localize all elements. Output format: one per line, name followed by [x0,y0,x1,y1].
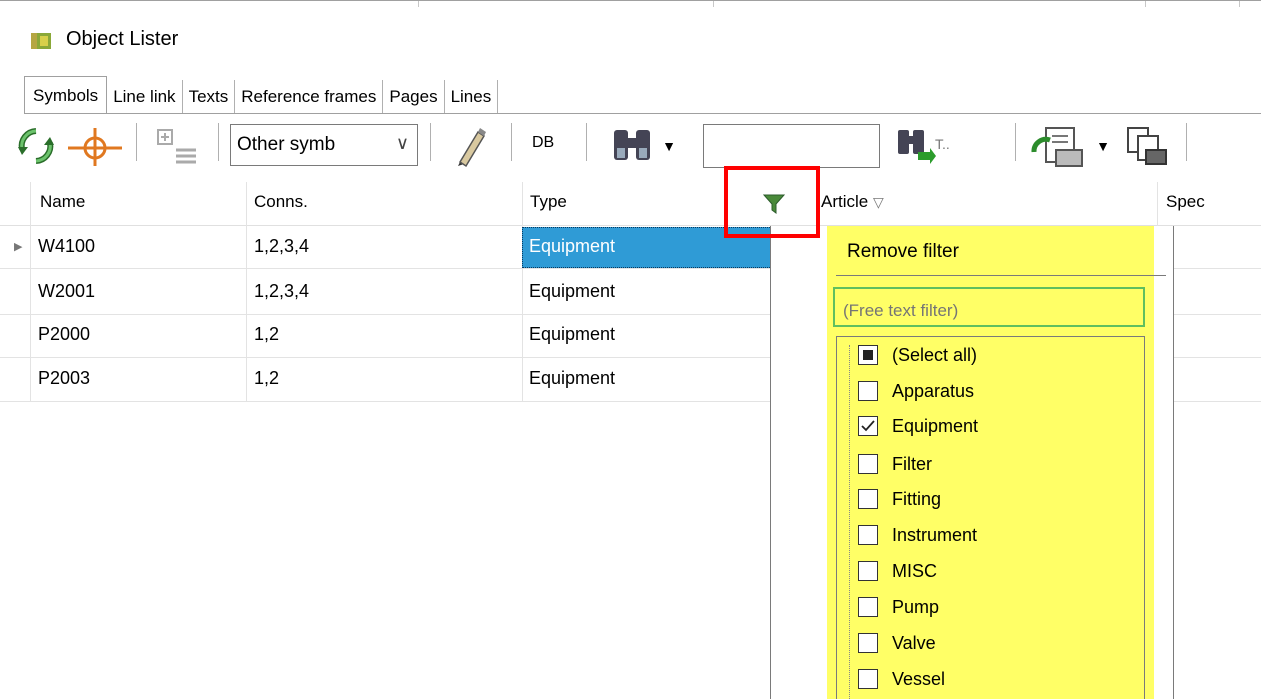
column-header-spec[interactable]: Spec [1166,192,1205,212]
tab-reference-frames[interactable]: Reference frames [235,80,384,114]
checkbox-partial[interactable] [858,345,878,365]
option-label: (Select all) [892,344,978,365]
tab-lines[interactable]: Lines [445,80,499,114]
article-label: Article [821,192,869,211]
checkbox[interactable] [858,381,878,401]
text-search-button[interactable]: T.. [935,136,950,152]
tab-strip: Symbols Line link Texts Reference frames… [24,76,499,114]
find-next-icon[interactable] [896,124,936,168]
dropdown-separator [836,275,1166,276]
free-text-filter-input[interactable] [833,287,1145,327]
option-label: Filter [892,453,932,474]
crosshair-icon[interactable] [64,126,126,168]
checkbox[interactable] [858,669,878,689]
option-label: Fitting [892,488,942,509]
window-top-border [0,0,1261,8]
column-header-type[interactable]: Type [530,192,567,212]
filter-option[interactable]: Apparatus [858,376,974,406]
option-label: Instrument [892,524,978,545]
export-icon[interactable] [1030,124,1088,170]
cell-name[interactable]: W4100 [38,236,95,257]
cell-name[interactable]: W2001 [38,281,95,302]
db-button[interactable]: DB [532,134,554,152]
cell-conns[interactable]: 1,2,3,4 [254,236,309,257]
checkbox[interactable] [858,525,878,545]
export-dropdown-arrow-icon[interactable]: ▼ [1094,136,1112,156]
filter-option[interactable]: Valve [858,628,936,658]
cell-conns[interactable]: 1,2 [254,368,279,389]
option-label: Apparatus [892,380,975,401]
remove-filter-item[interactable]: Remove filter [847,241,959,263]
checkmark-icon [861,420,875,432]
column-header-name[interactable]: Name [40,192,85,212]
cell-type[interactable]: Equipment [529,281,615,302]
object-lister-icon [30,31,52,51]
checkbox-checked[interactable] [858,416,878,436]
option-label: Vessel [892,668,946,689]
option-label: Valve [892,632,936,653]
current-row-indicator-icon: ▶ [14,241,23,253]
binoculars-icon[interactable] [610,124,656,168]
search-input[interactable] [703,124,880,168]
symbol-type-combo[interactable]: Other symb ∨ [230,124,418,166]
checkbox[interactable] [858,597,878,617]
option-label: MISC [892,560,937,581]
tab-pages[interactable]: Pages [383,80,445,114]
insert-row-icon[interactable] [150,126,202,166]
panel-title: Object Lister [66,28,179,50]
filter-hint-icon: ▽ [872,194,884,210]
cell-name[interactable]: P2003 [38,368,90,389]
filter-option[interactable]: Fitting [858,484,941,514]
checkbox[interactable] [858,633,878,653]
column-header-conns[interactable]: Conns. [254,192,308,212]
combo-value: Other symb [237,134,336,155]
cell-type[interactable]: Equipment [529,368,615,389]
cell-conns[interactable]: 1,2,3,4 [254,281,309,302]
find-dropdown-arrow-icon[interactable]: ▼ [660,136,678,156]
filter-option[interactable]: Filter [858,449,932,479]
print-icon[interactable] [1116,124,1170,170]
filter-option-select-all[interactable]: (Select all) [858,340,977,370]
pencil-icon[interactable] [452,124,488,168]
filter-option[interactable]: Pump [858,592,939,622]
tab-symbols[interactable]: Symbols [24,76,108,114]
cell-name[interactable]: P2000 [38,324,90,345]
annotation-highlight-box [724,166,820,238]
column-header-article[interactable]: Article ▽ [821,192,884,212]
chevron-down-icon: ∨ [395,133,409,153]
checkbox[interactable] [858,489,878,509]
filter-option[interactable]: Equipment [858,411,978,441]
tab-line-link[interactable]: Line link [107,80,183,114]
tree-guide-line [849,345,850,699]
checkbox[interactable] [858,561,878,581]
checkbox[interactable] [858,454,878,474]
cell-conns[interactable]: 1,2 [254,324,279,345]
tab-texts[interactable]: Texts [183,80,236,114]
filter-option[interactable]: Vessel [858,664,945,694]
filter-option[interactable]: MISC [858,556,937,586]
filter-option[interactable]: Instrument [858,520,977,550]
option-label: Pump [892,596,940,617]
cell-type[interactable]: Equipment [529,324,615,345]
refresh-icon[interactable] [14,126,58,166]
grid-header [0,182,1261,226]
option-label: Equipment [892,415,979,436]
